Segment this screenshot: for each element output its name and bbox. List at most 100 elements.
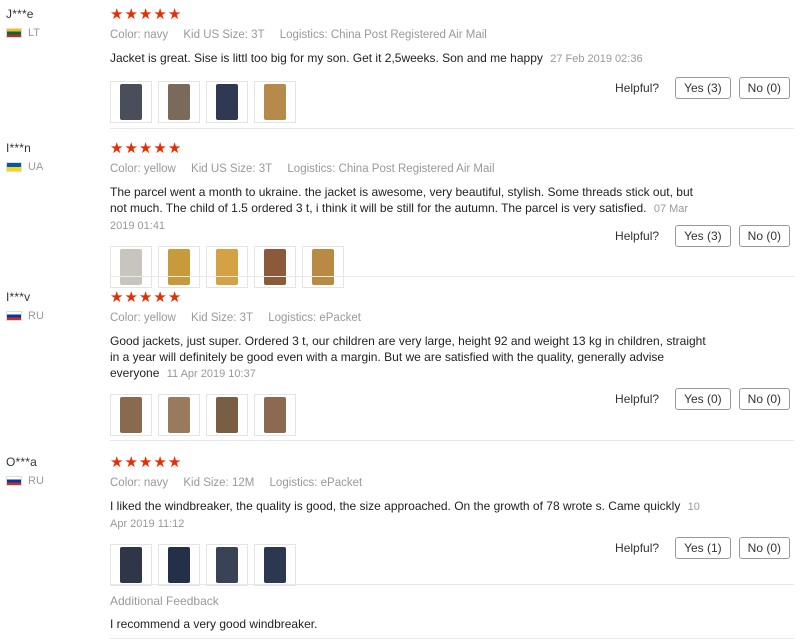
order-color: Color: navy bbox=[110, 477, 169, 489]
order-size: Kid Size: 12M bbox=[183, 477, 255, 489]
country-code: LT bbox=[28, 27, 41, 39]
reviewer-info: I***n UA bbox=[6, 141, 106, 173]
country-code: UA bbox=[28, 161, 44, 173]
helpful-no-button[interactable]: No (0) bbox=[738, 537, 790, 559]
helpful-votes: Helpful? Yes (3) No (0) bbox=[615, 77, 790, 99]
helpful-label: Helpful? bbox=[615, 229, 660, 243]
divider bbox=[110, 440, 794, 441]
review-photo-thumb[interactable] bbox=[206, 246, 248, 288]
review-photo-thumb[interactable] bbox=[206, 394, 248, 436]
order-color: Color: yellow bbox=[110, 312, 176, 324]
helpful-yes-button[interactable]: Yes (0) bbox=[675, 388, 731, 410]
helpful-no-button[interactable]: No (0) bbox=[738, 388, 790, 410]
reviewer-country: UA bbox=[6, 161, 106, 173]
star-icon: ★ bbox=[153, 139, 167, 157]
helpful-yes-button[interactable]: Yes (3) bbox=[675, 77, 731, 99]
review-photo-thumb[interactable] bbox=[110, 81, 152, 123]
helpful-no-button[interactable]: No (0) bbox=[738, 225, 790, 247]
order-logistics: Logistics: ePacket bbox=[268, 312, 361, 324]
reviewer-name: I***n bbox=[6, 141, 32, 155]
review-photo-thumb[interactable] bbox=[158, 544, 200, 586]
helpful-label: Helpful? bbox=[615, 81, 660, 95]
review-text: Jacket is great. Sise is littl too big f… bbox=[110, 50, 710, 67]
order-size: Kid US Size: 3T bbox=[183, 29, 265, 41]
review-content: ★ ★ ★ ★ ★ Color: navy Kid Size: 12M Logistic… bbox=[110, 455, 710, 586]
review-photo-thumb[interactable] bbox=[206, 544, 248, 586]
order-logistics: Logistics: China Post Registered Air Mai… bbox=[279, 29, 487, 41]
divider bbox=[110, 128, 794, 129]
star-icon: ★ bbox=[138, 139, 153, 157]
helpful-votes: Helpful? Yes (0) No (0) bbox=[615, 388, 790, 410]
star-icon: ★ bbox=[138, 288, 153, 306]
flag-lt-icon bbox=[6, 28, 22, 38]
star-icon: ★ bbox=[167, 453, 182, 471]
star-icon: ★ bbox=[167, 5, 182, 23]
reviewer-info: I***v RU bbox=[6, 290, 106, 322]
review-body: I liked the windbreaker, the quality is … bbox=[110, 499, 681, 513]
order-color: Color: yellow bbox=[110, 163, 176, 175]
star-icon: ★ bbox=[124, 288, 138, 306]
order-info: Color: yellow Kid US Size: 3T Logistics:… bbox=[110, 163, 710, 175]
divider bbox=[110, 276, 794, 277]
helpful-label: Helpful? bbox=[615, 392, 660, 406]
helpful-yes-button[interactable]: Yes (1) bbox=[675, 537, 731, 559]
helpful-yes-button[interactable]: Yes (3) bbox=[675, 225, 731, 247]
order-color: Color: navy bbox=[110, 29, 169, 41]
order-logistics: Logistics: ePacket bbox=[269, 477, 363, 489]
review-photo-thumb[interactable] bbox=[254, 394, 296, 436]
review-text: Good jackets, just super. Ordered 3 t, o… bbox=[110, 333, 710, 382]
flag-ru-icon bbox=[6, 476, 22, 486]
review-date: 11 Apr 2019 10:37 bbox=[166, 368, 256, 380]
star-icon: ★ bbox=[153, 453, 167, 471]
additional-feedback-text: I recommend a very good windbreaker. bbox=[110, 617, 318, 631]
star-icon: ★ bbox=[124, 453, 138, 471]
review-photo-thumb[interactable] bbox=[110, 544, 152, 586]
rating-stars: ★ ★ ★ ★ ★ bbox=[110, 5, 710, 23]
review-body: The parcel went a month to ukraine. the … bbox=[110, 185, 693, 215]
reviewer-name: O***a bbox=[6, 455, 38, 469]
review-date: 27 Feb 2019 02:36 bbox=[550, 53, 643, 65]
helpful-label: Helpful? bbox=[615, 541, 660, 555]
flag-ua-icon bbox=[6, 162, 22, 172]
star-icon: ★ bbox=[110, 5, 124, 23]
review-photo-thumb[interactable] bbox=[206, 81, 248, 123]
review-photo-thumb[interactable] bbox=[158, 81, 200, 123]
review-photo-thumb[interactable] bbox=[158, 394, 200, 436]
review-photo-thumb[interactable] bbox=[110, 394, 152, 436]
review-photo-thumb[interactable] bbox=[254, 246, 296, 288]
star-icon: ★ bbox=[167, 139, 182, 157]
helpful-votes: Helpful? Yes (1) No (0) bbox=[615, 537, 790, 559]
order-logistics: Logistics: China Post Registered Air Mai… bbox=[287, 163, 495, 175]
order-size: Kid US Size: 3T bbox=[191, 163, 273, 175]
reviewer-info: O***a RU bbox=[6, 455, 106, 487]
divider bbox=[110, 584, 794, 585]
review-photo-thumb[interactable] bbox=[254, 81, 296, 123]
divider bbox=[110, 638, 794, 639]
review-text: I liked the windbreaker, the quality is … bbox=[110, 498, 710, 532]
order-info: Color: navy Kid US Size: 3T Logistics: C… bbox=[110, 29, 710, 41]
reviewer-country: LT bbox=[6, 27, 106, 39]
order-size: Kid Size: 3T bbox=[191, 312, 254, 324]
rating-stars: ★ ★ ★ ★ ★ bbox=[110, 453, 710, 471]
country-code: RU bbox=[28, 475, 44, 487]
star-icon: ★ bbox=[110, 453, 124, 471]
reviewer-country: RU bbox=[6, 310, 106, 322]
review-content: ★ ★ ★ ★ ★ Color: navy Kid US Size: 3T Logist… bbox=[110, 7, 710, 123]
star-icon: ★ bbox=[124, 5, 138, 23]
star-icon: ★ bbox=[110, 139, 124, 157]
review-photo-thumb[interactable] bbox=[110, 246, 152, 288]
rating-stars: ★ ★ ★ ★ ★ bbox=[110, 139, 710, 157]
star-icon: ★ bbox=[138, 5, 153, 23]
review-photo-thumb[interactable] bbox=[158, 246, 200, 288]
review-photo-thumb[interactable] bbox=[302, 246, 344, 288]
star-icon: ★ bbox=[153, 5, 167, 23]
reviewer-name: J***e bbox=[6, 7, 34, 21]
reviewer-name: I***v bbox=[6, 290, 31, 304]
star-icon: ★ bbox=[138, 453, 153, 471]
helpful-votes: Helpful? Yes (3) No (0) bbox=[615, 225, 790, 247]
helpful-no-button[interactable]: No (0) bbox=[738, 77, 790, 99]
star-icon: ★ bbox=[124, 139, 138, 157]
review-photo-thumb[interactable] bbox=[254, 544, 296, 586]
star-icon: ★ bbox=[153, 288, 167, 306]
order-info: Color: yellow Kid Size: 3T Logistics: eP… bbox=[110, 312, 710, 324]
